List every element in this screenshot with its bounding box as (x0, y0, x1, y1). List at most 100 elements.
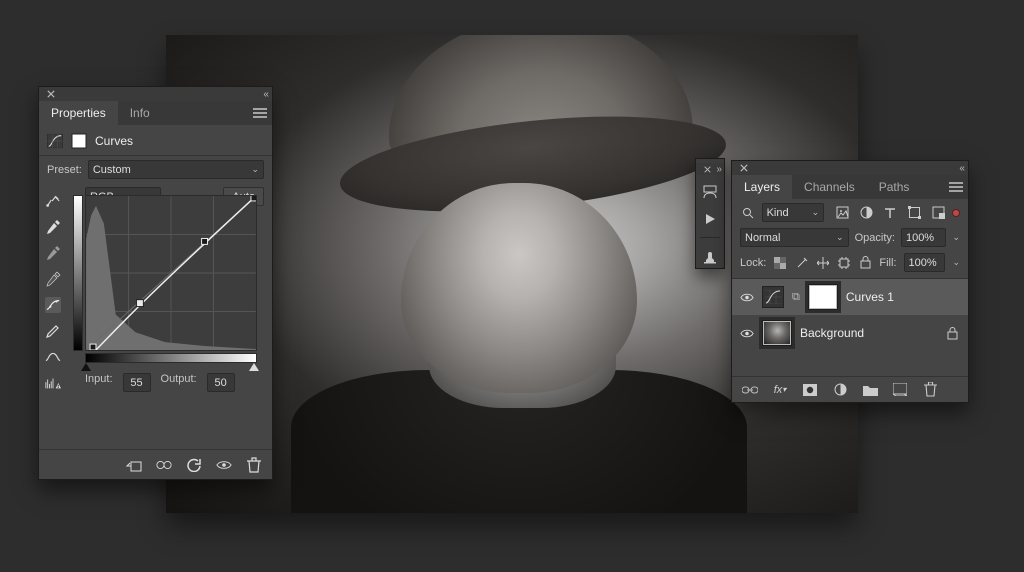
panel-tabs: Layers Channels Paths (732, 175, 968, 199)
blend-mode-value: Normal (745, 232, 780, 244)
pixel-filter-icon[interactable] (834, 205, 850, 221)
lock-position-icon[interactable] (816, 255, 830, 271)
tab-paths[interactable]: Paths (867, 175, 922, 199)
preset-label: Preset: (47, 164, 82, 176)
filter-toggle[interactable] (952, 209, 960, 217)
new-adjustment-icon[interactable] (832, 382, 848, 398)
play-icon[interactable] (702, 211, 718, 227)
kind-select[interactable]: Kind ⌄ (762, 203, 825, 222)
white-point-slider[interactable] (249, 363, 259, 371)
panel-titlebar[interactable]: ›› (696, 163, 724, 175)
histogram-warning-icon[interactable] (45, 375, 61, 391)
visibility-icon[interactable] (740, 325, 754, 341)
layer-row-curves[interactable]: ⧉ Curves 1 (732, 279, 968, 315)
panel-titlebar[interactable]: ‹‹ (39, 87, 272, 101)
visibility-icon[interactable] (740, 289, 754, 305)
history-icon[interactable] (702, 185, 718, 201)
input-output-row: Input: Output: (85, 373, 265, 392)
link-layers-icon[interactable] (742, 382, 758, 398)
chevron-down-icon: ⌄ (812, 207, 820, 218)
layer-name[interactable]: Curves 1 (846, 290, 894, 304)
fill-label: Fill: (879, 257, 896, 269)
toggle-visibility-icon[interactable] (216, 457, 232, 473)
search-icon (740, 205, 756, 221)
tab-channels[interactable]: Channels (792, 175, 867, 199)
lock-artboard-icon[interactable] (837, 255, 851, 271)
photo-region (291, 370, 748, 513)
smooth-icon[interactable] (45, 349, 61, 365)
lock-transparent-icon[interactable] (773, 255, 787, 271)
blend-row: Normal ⌄ Opacity: 100% ⌄ (732, 226, 968, 251)
collapse-icon[interactable]: ‹‹ (959, 163, 964, 174)
layers-panel: ‹‹ Layers Channels Paths Kind ⌄ Normal ⌄… (731, 160, 969, 403)
smartobject-filter-icon[interactable] (930, 205, 946, 221)
trash-icon[interactable] (246, 457, 262, 473)
curves-tools (45, 193, 61, 391)
opacity-field[interactable]: 100% (901, 228, 947, 247)
curves-graph[interactable] (85, 195, 257, 351)
curves-adjustment-icon (47, 133, 63, 149)
opacity-scrubber-icon[interactable]: ⌄ (952, 232, 960, 243)
tab-info[interactable]: Info (118, 101, 162, 125)
layer-mask-icon (71, 133, 87, 149)
shape-filter-icon[interactable] (906, 205, 922, 221)
actions-mini-panel: ›› (695, 158, 725, 269)
panel-menu-icon[interactable] (944, 175, 968, 199)
lock-image-icon[interactable] (795, 255, 809, 271)
close-icon[interactable] (43, 86, 59, 102)
fill-scrubber-icon[interactable]: ⌄ (952, 257, 960, 268)
layer-filter-row: Kind ⌄ (732, 199, 968, 226)
trash-icon[interactable] (922, 382, 938, 398)
layer-thumb[interactable] (762, 320, 792, 346)
filter-icons (834, 205, 946, 221)
curves-adjustment-icon (762, 286, 784, 308)
adjustment-header: Curves (39, 125, 272, 156)
new-layer-icon[interactable] (892, 382, 908, 398)
chevron-down-icon: ⌄ (836, 232, 844, 243)
layer-mask-thumb[interactable] (808, 284, 838, 310)
close-icon[interactable] (699, 161, 715, 177)
type-filter-icon[interactable] (882, 205, 898, 221)
panel-menu-icon[interactable] (248, 101, 272, 125)
pencil-icon[interactable] (45, 323, 61, 339)
photo-region (336, 101, 730, 227)
eyedropper-black-icon[interactable] (45, 271, 61, 287)
fill-field[interactable]: 100% (904, 253, 946, 272)
opacity-label: Opacity: (855, 232, 895, 244)
view-previous-icon[interactable] (156, 457, 172, 473)
blend-mode-select[interactable]: Normal ⌄ (740, 228, 849, 247)
collapse-icon[interactable]: ‹‹ (263, 89, 268, 100)
layers-footer: fx▾ (732, 376, 968, 402)
layer-row-background[interactable]: Background (732, 315, 968, 351)
lock-all-icon[interactable] (858, 255, 872, 271)
eyedropper-gray-icon[interactable] (45, 245, 61, 261)
kind-value: Kind (767, 207, 789, 219)
target-adjust-icon[interactable] (45, 193, 61, 209)
output-field[interactable] (207, 373, 235, 392)
layer-name[interactable]: Background (800, 326, 864, 340)
lock-icon[interactable] (944, 325, 960, 341)
adjustment-filter-icon[interactable] (858, 205, 874, 221)
reset-icon[interactable] (186, 457, 202, 473)
preset-value: Custom (93, 164, 131, 176)
horizontal-gradient (85, 353, 257, 363)
clip-to-layer-icon[interactable] (126, 457, 142, 473)
expand-icon[interactable]: ›› (716, 164, 721, 175)
new-group-icon[interactable] (862, 382, 878, 398)
edit-points-icon[interactable] (45, 297, 61, 313)
tab-layers[interactable]: Layers (732, 175, 792, 199)
divider (700, 237, 720, 238)
link-icon[interactable]: ⧉ (792, 291, 800, 304)
eyedropper-white-icon[interactable] (45, 219, 61, 235)
fx-icon[interactable]: fx▾ (772, 382, 788, 398)
vertical-gradient (73, 195, 83, 351)
tab-properties[interactable]: Properties (39, 101, 118, 125)
panel-tabs: Properties Info (39, 101, 272, 125)
close-icon[interactable] (736, 160, 752, 176)
black-point-slider[interactable] (81, 363, 91, 371)
add-mask-icon[interactable] (802, 382, 818, 398)
preset-select[interactable]: Custom ⌄ (88, 160, 264, 179)
input-field[interactable] (123, 373, 151, 392)
clone-stamp-icon[interactable] (702, 248, 718, 264)
panel-titlebar[interactable]: ‹‹ (732, 161, 968, 175)
